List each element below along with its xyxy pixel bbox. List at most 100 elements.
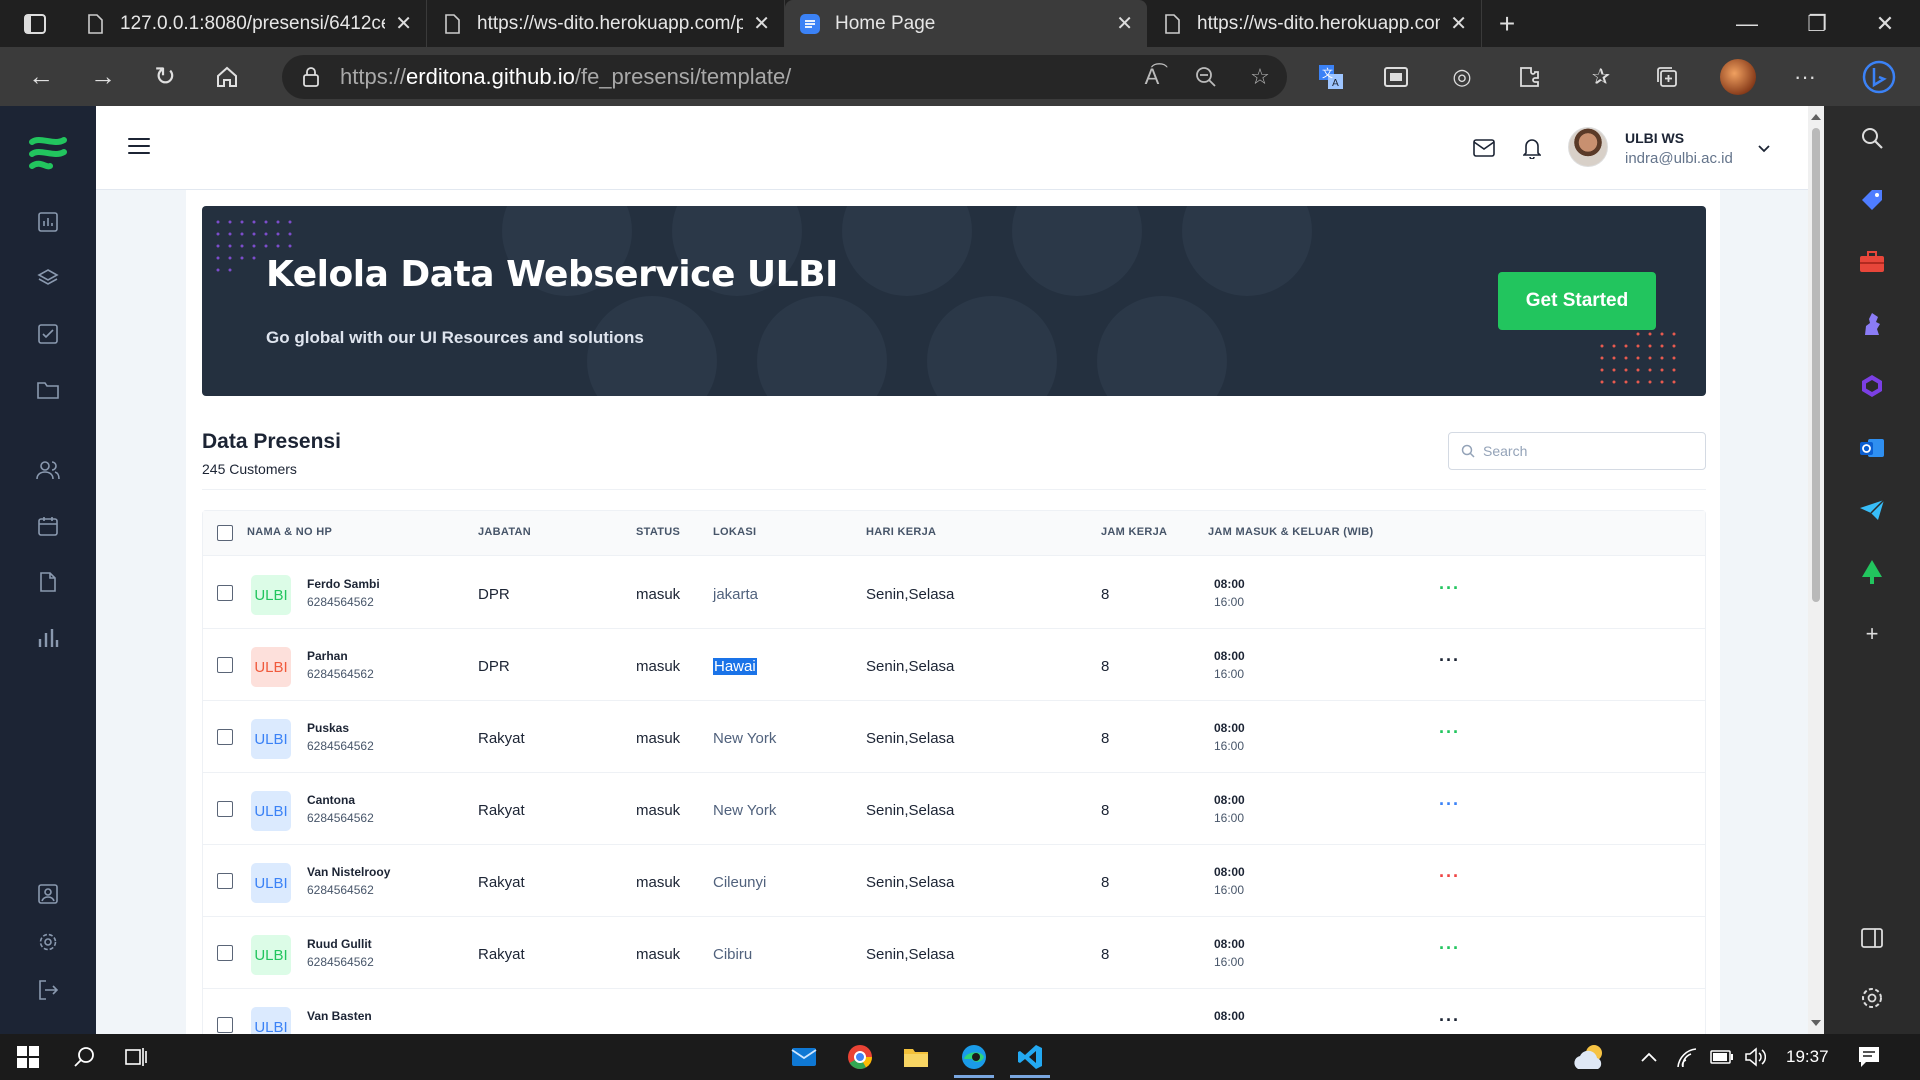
task-check-icon[interactable] bbox=[36, 322, 60, 346]
tracking-icon[interactable]: ◎ bbox=[1433, 47, 1491, 106]
page-scrollbar[interactable] bbox=[1808, 106, 1824, 1034]
address-bar[interactable]: https://erditona.github.io/fe_presensi/t… bbox=[282, 55, 1287, 99]
tools-briefcase-icon[interactable] bbox=[1858, 248, 1886, 276]
close-icon[interactable]: ✕ bbox=[395, 11, 412, 36]
row-more-icon[interactable]: ··· bbox=[1439, 795, 1460, 813]
translate-icon[interactable]: 文A bbox=[1302, 47, 1360, 106]
table-row[interactable]: ULBI Van Basten 08:00 ··· bbox=[203, 989, 1705, 1034]
profile-avatar[interactable] bbox=[1709, 47, 1767, 106]
row-checkbox[interactable] bbox=[217, 945, 233, 961]
column-header-jabatan[interactable]: JABATAN bbox=[478, 526, 531, 538]
row-more-icon[interactable]: ··· bbox=[1439, 939, 1460, 957]
browser-tab-4[interactable]: https://ws-dito.herokuapp.com/a ✕ bbox=[1147, 0, 1482, 47]
calendar-icon[interactable] bbox=[36, 514, 60, 538]
add-icon[interactable]: + bbox=[1858, 620, 1886, 648]
refresh-icon[interactable]: ↻ bbox=[134, 47, 196, 106]
document-icon[interactable] bbox=[36, 570, 60, 594]
tree-icon[interactable] bbox=[1858, 558, 1886, 586]
browser-tab-3-active[interactable]: Home Page ✕ bbox=[785, 0, 1147, 47]
row-checkbox[interactable] bbox=[217, 729, 233, 745]
row-more-icon[interactable]: ··· bbox=[1439, 867, 1460, 885]
column-header-jam-masuk-keluar[interactable]: JAM MASUK & KELUAR (WIB) bbox=[1208, 526, 1373, 538]
search-icon[interactable] bbox=[56, 1034, 112, 1080]
mail-icon[interactable] bbox=[1472, 136, 1496, 160]
close-icon[interactable]: ✕ bbox=[1450, 11, 1467, 36]
table-row[interactable]: ULBI Puskas 6284564562 Rakyat masuk New York S… bbox=[203, 701, 1705, 773]
bell-icon[interactable] bbox=[1520, 136, 1544, 160]
chrome-icon[interactable] bbox=[832, 1034, 888, 1080]
scroll-down-icon[interactable] bbox=[1811, 1020, 1821, 1026]
back-icon[interactable]: ← bbox=[10, 47, 72, 106]
table-row[interactable]: ULBI Ruud Gullit 6284564562 Rakyat masuk Cibi… bbox=[203, 917, 1705, 989]
row-more-icon[interactable]: ··· bbox=[1439, 723, 1460, 741]
row-more-icon[interactable]: ··· bbox=[1439, 579, 1460, 597]
column-header-name[interactable]: NAMA & NO HP bbox=[247, 526, 332, 538]
column-header-status[interactable]: STATUS bbox=[636, 526, 680, 538]
collections-icon[interactable] bbox=[1638, 47, 1696, 106]
vscode-icon[interactable] bbox=[1002, 1034, 1058, 1080]
table-row[interactable]: ULBI Parhan 6284564562 DPR masuk Hawai Senin,S… bbox=[203, 629, 1705, 701]
dashboard-chart-icon[interactable] bbox=[36, 210, 60, 234]
zoom-out-icon[interactable] bbox=[1179, 66, 1233, 88]
wifi-icon[interactable] bbox=[1676, 1034, 1698, 1080]
file-explorer-icon[interactable] bbox=[888, 1034, 944, 1080]
scroll-thumb[interactable] bbox=[1812, 128, 1820, 602]
logout-icon[interactable] bbox=[36, 978, 60, 1002]
table-row[interactable]: ULBI Van Nistelrooy 6284564562 Rakyat masuk C… bbox=[203, 845, 1705, 917]
edge-browser-icon[interactable] bbox=[946, 1034, 1002, 1080]
forward-icon[interactable]: → bbox=[72, 47, 134, 106]
sidebar-toggle-icon[interactable] bbox=[1858, 924, 1886, 952]
layers-icon[interactable] bbox=[36, 266, 60, 290]
column-header-lokasi[interactable]: LOKASI bbox=[713, 526, 756, 538]
outlook-icon[interactable] bbox=[1858, 434, 1886, 462]
users-icon[interactable] bbox=[36, 458, 60, 482]
volume-icon[interactable] bbox=[1744, 1034, 1766, 1080]
column-header-hari-kerja[interactable]: HARI KERJA bbox=[866, 526, 936, 538]
browser-tab-1[interactable]: 127.0.0.1:8080/presensi/6412ce7 ✕ bbox=[70, 0, 427, 47]
shopping-tag-icon[interactable] bbox=[1858, 186, 1886, 214]
mail-app-icon[interactable] bbox=[776, 1034, 832, 1080]
row-more-icon[interactable]: ··· bbox=[1439, 1011, 1460, 1029]
read-aloud-icon[interactable]: A͡ bbox=[1125, 64, 1179, 90]
extensions-icon[interactable] bbox=[1500, 47, 1558, 106]
user-avatar[interactable] bbox=[1568, 127, 1608, 167]
folder-icon[interactable] bbox=[36, 378, 60, 402]
row-checkbox[interactable] bbox=[217, 585, 233, 601]
settings-gear-icon[interactable] bbox=[36, 930, 60, 954]
windows-start-icon[interactable] bbox=[0, 1034, 56, 1080]
send-telegram-icon[interactable] bbox=[1858, 496, 1886, 524]
new-tab-button[interactable]: + bbox=[1482, 0, 1532, 47]
row-more-icon[interactable]: ··· bbox=[1439, 651, 1460, 669]
row-checkbox[interactable] bbox=[217, 1017, 233, 1033]
close-window-icon[interactable]: ✕ bbox=[1850, 0, 1920, 47]
chevron-down-icon[interactable] bbox=[1756, 140, 1772, 156]
bing-copilot-icon[interactable] bbox=[1850, 47, 1908, 106]
tab-actions-icon[interactable] bbox=[0, 0, 70, 47]
games-chess-icon[interactable] bbox=[1858, 310, 1886, 338]
minimize-icon[interactable]: — bbox=[1712, 0, 1782, 47]
office-icon[interactable] bbox=[1858, 372, 1886, 400]
settings-gear-icon[interactable] bbox=[1858, 984, 1886, 1012]
menu-icon[interactable] bbox=[128, 138, 150, 156]
profile-icon[interactable] bbox=[36, 882, 60, 906]
weather-icon[interactable] bbox=[1570, 1034, 1610, 1080]
lock-icon[interactable] bbox=[282, 67, 340, 87]
restore-icon[interactable]: ❐ bbox=[1782, 0, 1852, 47]
app-logo-icon[interactable] bbox=[28, 134, 68, 174]
task-view-icon[interactable] bbox=[108, 1034, 164, 1080]
search-icon[interactable] bbox=[1858, 124, 1886, 152]
add-favorite-icon[interactable]: ☆ bbox=[1233, 64, 1287, 90]
notifications-icon[interactable] bbox=[1858, 1034, 1880, 1080]
browser-tab-2[interactable]: https://ws-dito.herokuapp.com/p ✕ bbox=[427, 0, 785, 47]
table-row[interactable]: ULBI Cantona 6284564562 Rakyat masuk New York… bbox=[203, 773, 1705, 845]
close-icon[interactable]: ✕ bbox=[1116, 11, 1133, 36]
select-all-checkbox[interactable] bbox=[217, 525, 233, 541]
favorites-icon[interactable]: ✰ bbox=[1572, 47, 1630, 106]
bar-chart-icon[interactable] bbox=[36, 626, 60, 650]
row-checkbox[interactable] bbox=[217, 873, 233, 889]
battery-icon[interactable] bbox=[1710, 1034, 1734, 1080]
more-options-icon[interactable]: ··· bbox=[1776, 47, 1834, 106]
table-row[interactable]: ULBI Ferdo Sambi 6284564562 DPR masuk jakarta… bbox=[203, 557, 1705, 629]
row-checkbox[interactable] bbox=[217, 801, 233, 817]
home-icon[interactable] bbox=[196, 47, 258, 106]
